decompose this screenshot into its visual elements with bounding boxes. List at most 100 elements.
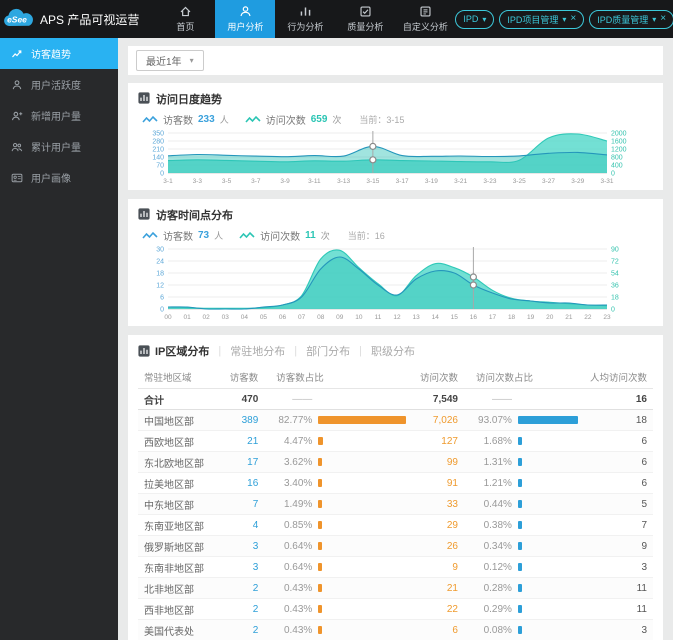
region-cell: 中国地区部	[138, 409, 223, 431]
visitors-pct-cell: 0.64%	[264, 556, 413, 578]
table-row[interactable]: 东南非地区部 3 0.64% 9 0.12% 3	[138, 556, 653, 578]
table-row[interactable]: 东南亚地区部 4 0.85% 29 0.38% 7	[138, 514, 653, 536]
svg-text:0: 0	[160, 307, 164, 314]
svg-text:400: 400	[611, 163, 623, 170]
visitors-pct-bar	[318, 584, 323, 592]
legend-value: 233	[198, 114, 215, 125]
svg-text:16: 16	[470, 314, 478, 321]
visitors-pct-bar	[318, 521, 323, 529]
svg-text:18: 18	[611, 295, 619, 302]
visits-pct-bar	[517, 563, 522, 571]
col-header-visitors[interactable]: 访客数	[222, 366, 265, 389]
svg-text:800: 800	[611, 155, 623, 162]
behavior-analysis-icon	[299, 5, 312, 18]
svg-text:1600: 1600	[611, 139, 627, 146]
top-navbar: eSee APS 产品可视运营 首页用户分析 行为分析 质量分析 自定义分析 IPD ▾…	[0, 0, 673, 38]
nav-item-3[interactable]: 质量分析	[335, 0, 395, 38]
visits-pct-cell: 93.07%	[463, 409, 584, 431]
nav-item-0[interactable]: 首页	[155, 0, 215, 38]
daily-trend-chart[interactable]: 07014021028035004008001200160020003-1 3-3…	[138, 128, 639, 186]
nav-item-4[interactable]: 自定义分析	[395, 0, 455, 38]
visits-cell: 91	[412, 472, 464, 494]
table-row[interactable]: 西非地区部 2 0.43% 22 0.29% 11	[138, 598, 653, 620]
legend-unit: 次	[320, 231, 330, 241]
svg-text:3-3: 3-3	[193, 178, 203, 185]
sidebar-item-0[interactable]: 访客趋势	[0, 38, 118, 69]
date-range-dropdown[interactable]: 最近1年 ▾	[136, 50, 204, 71]
quality-analysis-icon	[359, 5, 372, 18]
svg-text:210: 210	[152, 147, 164, 154]
svg-text:3-29: 3-29	[571, 178, 584, 185]
table-row[interactable]: 拉美地区部 16 3.40% 91 1.21% 6	[138, 472, 653, 494]
sidebar-item-label: 用户活跃度	[31, 81, 81, 92]
legend-item: 访问次数 659 次	[245, 112, 341, 127]
sidebar-item-1[interactable]: 用户活跃度	[0, 69, 118, 100]
visitors-pct-cell: 1.49%	[264, 493, 413, 515]
filter-pill-label: IPD	[463, 14, 479, 24]
col-header-region[interactable]: 常驻地区域	[138, 366, 223, 389]
svg-text:05: 05	[260, 314, 268, 321]
sidebar-item-label: 用户画像	[31, 174, 71, 185]
visitors-cell: 2	[222, 577, 265, 599]
visitors-pct-cell: 0.43%	[264, 577, 413, 599]
filter-pill-2[interactable]: IPD质量管理 ▾ ×	[589, 9, 673, 29]
svg-text:06: 06	[279, 314, 287, 321]
hourly-distribution-chart[interactable]: 06121824300183654729000 01 02 03 04 05 06 07 08 0…	[138, 244, 639, 322]
sidebar-item-3[interactable]: 累计用户量	[0, 131, 118, 162]
table-row[interactable]: 俄罗斯地区部 3 0.64% 26 0.34% 9	[138, 535, 653, 557]
tab-3[interactable]: 职级分布	[371, 343, 415, 359]
visitors-pct-cell: 0.43%	[264, 619, 413, 640]
filter-pill-1[interactable]: IPD项目管理 ▾ ×	[499, 9, 585, 29]
line-series-icon	[142, 231, 158, 239]
legend-item: 访客数 73 人	[142, 228, 223, 243]
nav-item-1[interactable]: 用户分析	[215, 0, 276, 38]
visits-pct-bar	[517, 605, 522, 613]
visits-pct-cell: 0.29%	[463, 598, 584, 620]
svg-text:14: 14	[432, 314, 440, 321]
visitors-pct-bar	[318, 437, 324, 445]
svg-text:72: 72	[611, 259, 619, 266]
table-row[interactable]: 西欧地区部 21 4.47% 127 1.68% 6	[138, 430, 653, 452]
per-capita-cell: 3	[583, 556, 653, 578]
close-icon[interactable]: ×	[660, 14, 666, 24]
filter-bar: 最近1年 ▾	[128, 46, 663, 75]
visitors-pct-bar	[318, 479, 323, 487]
col-header-visits-pct[interactable]: 访问次数占比	[463, 366, 584, 389]
col-header-visitors-pct[interactable]: 访客数占比	[264, 366, 413, 389]
col-header-per-capita[interactable]: 人均访问次数	[583, 366, 653, 389]
filter-pill-label: IPD项目管理	[507, 14, 559, 25]
hourly-legend: 访客数 73 人 访问次数 11 次 当前：16	[142, 228, 653, 243]
nav-item-label: 用户分析	[227, 22, 264, 32]
visits-pct-bar	[517, 437, 522, 445]
trend-icon	[11, 48, 23, 60]
sidebar-item-4[interactable]: 用户画像	[0, 162, 118, 193]
svg-text:07: 07	[298, 314, 306, 321]
sidebar-item-2[interactable]: 新增用户量	[0, 100, 118, 131]
filter-pill-0[interactable]: IPD ▾	[455, 9, 495, 29]
svg-text:6: 6	[160, 295, 164, 302]
tab-2[interactable]: 部门分布	[306, 343, 350, 359]
svg-text:19: 19	[527, 314, 535, 321]
line-series-icon	[245, 115, 261, 123]
visitors-pct-bar	[318, 626, 323, 634]
region-cell: 西欧地区部	[138, 430, 223, 452]
table-row[interactable]: 北非地区部 2 0.43% 21 0.28% 11	[138, 577, 653, 599]
table-row[interactable]: 中国地区部 389 82.77% 7,026 93.07% 18	[138, 409, 653, 431]
current-marker-label: 当前：3-15	[359, 115, 405, 125]
svg-text:04: 04	[241, 314, 249, 321]
table-row[interactable]: 东北欧地区部 17 3.62% 99 1.31% 6	[138, 451, 653, 473]
nav-item-2[interactable]: 行为分析	[275, 0, 335, 38]
logo[interactable]: eSee	[0, 0, 38, 38]
table-row[interactable]: 美国代表处 2 0.43% 6 0.08% 3	[138, 619, 653, 640]
tab-1[interactable]: 常驻地分布	[230, 343, 285, 359]
main-content: 最近1年 ▾ 访问日度趋势 访客数 233 人访问次数 659 次当前：3-15 0 70…	[118, 38, 673, 640]
visitors-pct-cell: 0.85%	[264, 514, 413, 536]
app-title: APS 产品可视运营	[40, 12, 140, 27]
per-capita-cell: 9	[583, 535, 653, 557]
svg-text:02: 02	[203, 314, 211, 321]
sidebar-item-label: 新增用户量	[31, 112, 81, 123]
table-row[interactable]: 中东地区部 7 1.49% 33 0.44% 5	[138, 493, 653, 515]
col-header-visits[interactable]: 访问次数	[412, 366, 464, 389]
close-icon[interactable]: ×	[570, 14, 576, 24]
tab-0[interactable]: IP区域分布	[138, 343, 209, 359]
